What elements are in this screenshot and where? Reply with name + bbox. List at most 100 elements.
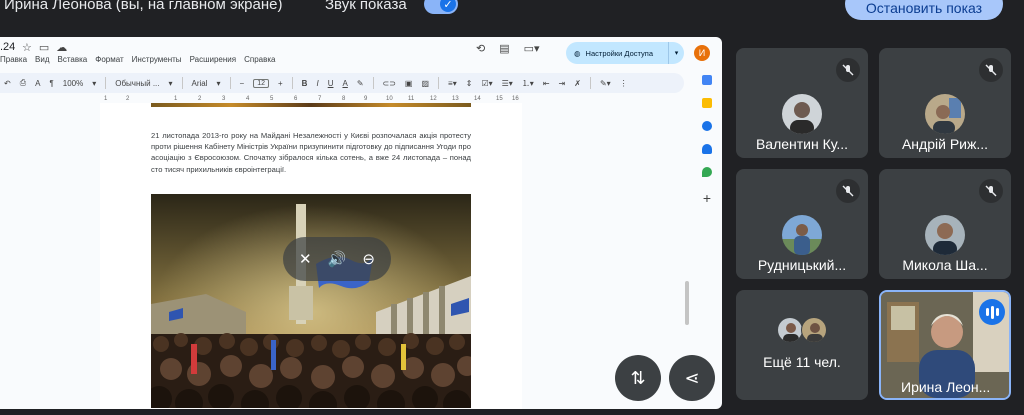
title-icons: ☆ ▭ ☁ — [22, 41, 67, 54]
checklist-icon[interactable]: ☑▾ — [481, 79, 492, 88]
share-button[interactable]: ◍ Настройки Доступа ▾ — [566, 42, 684, 64]
undo-icon[interactable]: ↶ — [4, 79, 11, 88]
image-icon[interactable]: ▨ — [421, 79, 429, 88]
participant-name: Валентин Ку... — [755, 136, 849, 152]
ruler-tick: 5 — [270, 96, 274, 102]
calendar-icon[interactable] — [702, 75, 712, 85]
user-avatar[interactable]: И — [694, 45, 710, 61]
docs-menubar: Правка Вид Вставка Формат Инструменты Ра… — [0, 55, 275, 64]
participant-tile[interactable]: Микола Ша... — [879, 169, 1011, 279]
participant-name: Микола Ша... — [902, 257, 988, 273]
font-size-input[interactable]: 12 — [253, 78, 269, 88]
self-video-tile[interactable]: Ирина Леон... — [879, 290, 1011, 400]
indent-icon[interactable]: ⇤ — [543, 79, 550, 88]
bullets-icon[interactable]: ☰▾ — [502, 79, 513, 88]
mic-off-icon — [836, 179, 860, 203]
numbered-list-icon[interactable]: ⒈▾ — [522, 78, 534, 89]
mic-off-icon — [836, 58, 860, 82]
present-audio-toggle[interactable]: ✓ — [424, 0, 458, 14]
underline-icon[interactable]: U — [328, 79, 334, 88]
ruler-tick: 12 — [430, 96, 437, 102]
divider — [181, 77, 183, 89]
meet-screen: Ирина Леонова (вы, на главном экране) Зв… — [0, 0, 1024, 415]
edit-mode-icon[interactable]: ✎▾ — [600, 79, 611, 88]
swap-layout-button[interactable]: ⇅ — [615, 355, 661, 401]
add-icon[interactable]: + — [703, 190, 711, 206]
comment-icon[interactable]: ▤ — [499, 42, 509, 55]
volume-icon[interactable]: 🔊 — [328, 250, 347, 268]
zoom-select[interactable]: 100% — [63, 79, 83, 88]
media-controls: ✕ 🔊 ⊖ — [283, 237, 391, 281]
menu-view[interactable]: Вид — [35, 55, 49, 64]
decrease-size-icon[interactable]: − — [240, 79, 245, 88]
shared-docs-window: .24 ☆ ▭ ☁ Правка Вид Вставка Формат Инст… — [0, 37, 722, 409]
text-color-icon[interactable]: A — [342, 79, 347, 88]
link-icon[interactable]: ⊂⊃ — [383, 79, 396, 88]
highlight-icon[interactable]: ✎ — [357, 79, 364, 88]
ruler-tick: 8 — [342, 96, 346, 102]
more-participants-tile[interactable]: Ещё 11 чел. — [736, 290, 868, 400]
font-select[interactable]: Arial — [192, 79, 208, 88]
maps-icon[interactable] — [702, 167, 712, 177]
cloud-icon[interactable]: ☁ — [56, 41, 67, 54]
avatar — [777, 317, 803, 343]
participant-avatars — [777, 317, 827, 343]
share-action-button[interactable]: ⋖ — [669, 355, 715, 401]
ruler-tick: 14 — [474, 96, 481, 102]
keep-icon[interactable] — [702, 98, 712, 108]
swap-icon: ⇅ — [630, 367, 646, 388]
participant-name: Ирина Леон... — [901, 379, 991, 395]
doc-paragraph: 21 листопада 2013-го року на Майдані Нез… — [151, 131, 471, 174]
menu-insert[interactable]: Вставка — [58, 55, 88, 64]
participant-tile[interactable]: Валентин Ку... — [736, 48, 868, 158]
chevron-down-icon: ▾ — [168, 78, 173, 88]
participant-tile[interactable]: Андрій Риж... — [879, 48, 1011, 158]
divider — [229, 77, 231, 89]
print-icon[interactable]: ⎙ — [20, 78, 26, 88]
unpin-icon[interactable]: ✕ — [299, 250, 312, 268]
video-call-icon[interactable]: ▭▾ — [524, 42, 540, 55]
align-icon[interactable]: ≡▾ — [448, 79, 457, 88]
ruler-tick: 9 — [364, 96, 368, 102]
checkmark-icon: ✓ — [440, 0, 456, 12]
ruler-tick: 6 — [294, 96, 298, 102]
star-icon[interactable]: ☆ — [22, 41, 32, 54]
menu-tools[interactable]: Инструменты — [132, 55, 182, 64]
outdent-icon[interactable]: ⇥ — [559, 79, 566, 88]
stop-presenting-button[interactable]: Остановить показ — [845, 0, 1003, 20]
divider — [291, 77, 293, 89]
menu-extensions[interactable]: Расширения — [190, 55, 237, 64]
ruler-tick: 15 — [496, 96, 503, 102]
remove-icon[interactable]: ⊖ — [362, 250, 375, 268]
divider — [372, 77, 374, 89]
tasks-icon[interactable] — [702, 121, 712, 131]
contacts-icon[interactable] — [702, 144, 712, 154]
spellcheck-icon[interactable]: A — [35, 79, 40, 88]
participant-tile[interactable]: Рудницький... — [736, 169, 868, 279]
style-select[interactable]: Обычный ... — [115, 79, 159, 88]
ruler-tick: 7 — [318, 96, 322, 102]
folder-icon[interactable]: ▭ — [39, 41, 49, 54]
globe-icon: ◍ — [574, 48, 581, 58]
increase-size-icon[interactable]: + — [278, 79, 283, 88]
docs-toolbar: ↶ ⎙ A ¶ 100% ▾ Обычный ... ▾ Arial ▾ − 1… — [0, 73, 684, 93]
more-icon[interactable]: ⋮ — [620, 79, 628, 88]
scrollbar[interactable] — [685, 281, 689, 325]
line-spacing-icon[interactable]: ⇕ — [466, 79, 473, 88]
divider — [105, 77, 107, 89]
add-comment-icon[interactable]: ▣ — [405, 79, 413, 88]
history-icon[interactable]: ⟲ — [476, 42, 485, 55]
menu-help[interactable]: Справка — [244, 55, 275, 64]
chevron-down-icon: ▾ — [216, 78, 221, 88]
bold-icon[interactable]: B — [302, 79, 308, 88]
paint-format-icon[interactable]: ¶ — [49, 79, 53, 88]
more-participants-label: Ещё 11 чел. — [763, 354, 841, 370]
menu-edit[interactable]: Правка — [0, 55, 27, 64]
italic-icon[interactable]: I — [316, 79, 318, 88]
doc-title[interactable]: .24 — [0, 41, 15, 53]
chevron-down-icon[interactable]: ▾ — [668, 42, 684, 64]
menu-format[interactable]: Формат — [95, 55, 123, 64]
avatar — [801, 317, 827, 343]
maidan-photo[interactable] — [151, 194, 471, 408]
clear-format-icon[interactable]: ✗ — [574, 79, 581, 88]
